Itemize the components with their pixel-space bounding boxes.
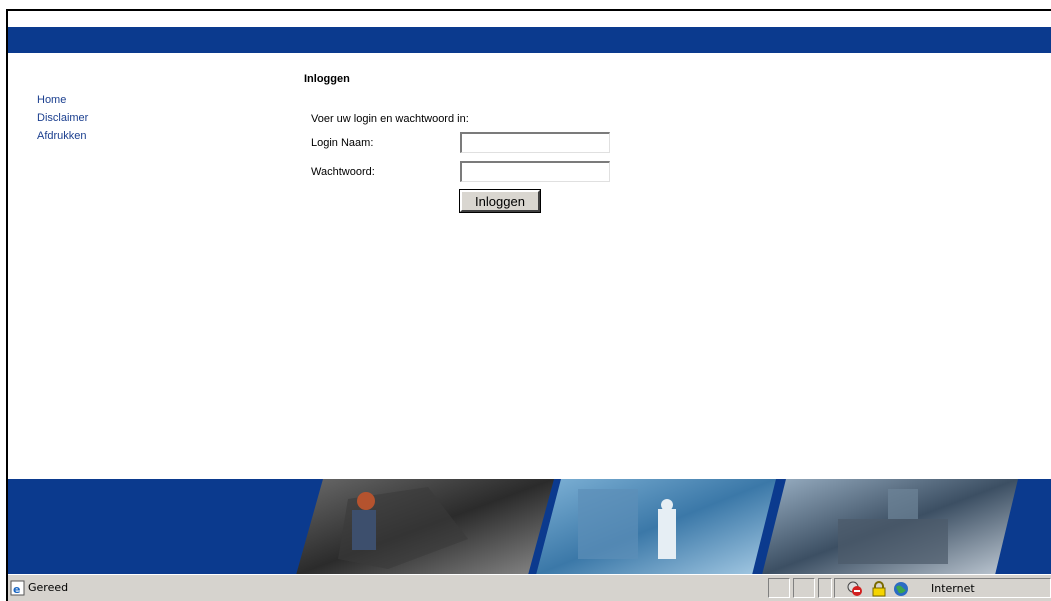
left-navigation: Home Disclaimer Afdrukken	[37, 91, 88, 145]
footer-photo-banner	[8, 479, 1051, 575]
ie-page-icon: e	[10, 580, 25, 596]
login-name-input[interactable]	[460, 132, 610, 153]
lock-icon[interactable]	[871, 581, 887, 597]
status-cell	[768, 578, 790, 598]
browser-content-area: Home Disclaimer Afdrukken Inloggen Voer …	[6, 9, 1051, 601]
nav-link-home[interactable]: Home	[37, 91, 88, 109]
header-band	[8, 27, 1051, 53]
nav-link-afdrukken[interactable]: Afdrukken	[37, 127, 88, 145]
status-cell	[793, 578, 815, 598]
status-text: Gereed	[28, 581, 69, 594]
security-zone[interactable]: Internet	[834, 578, 1051, 598]
password-input[interactable]	[460, 161, 610, 182]
status-bar: e Gereed Internet	[8, 574, 1051, 601]
login-instruction: Voer uw login en wachtwoord in:	[311, 113, 469, 125]
popup-blocked-icon[interactable]	[847, 581, 863, 597]
password-label: Wachtwoord:	[311, 166, 375, 178]
svg-text:e: e	[13, 583, 20, 596]
nav-link-disclaimer[interactable]: Disclaimer	[37, 109, 88, 127]
status-cell	[818, 578, 832, 598]
login-name-label: Login Naam:	[311, 137, 374, 149]
login-button[interactable]: Inloggen	[459, 189, 541, 213]
page-title: Inloggen	[304, 73, 350, 85]
globe-icon	[894, 582, 908, 596]
zone-label: Internet	[931, 582, 975, 595]
industrial-photo-strip	[296, 479, 1018, 575]
